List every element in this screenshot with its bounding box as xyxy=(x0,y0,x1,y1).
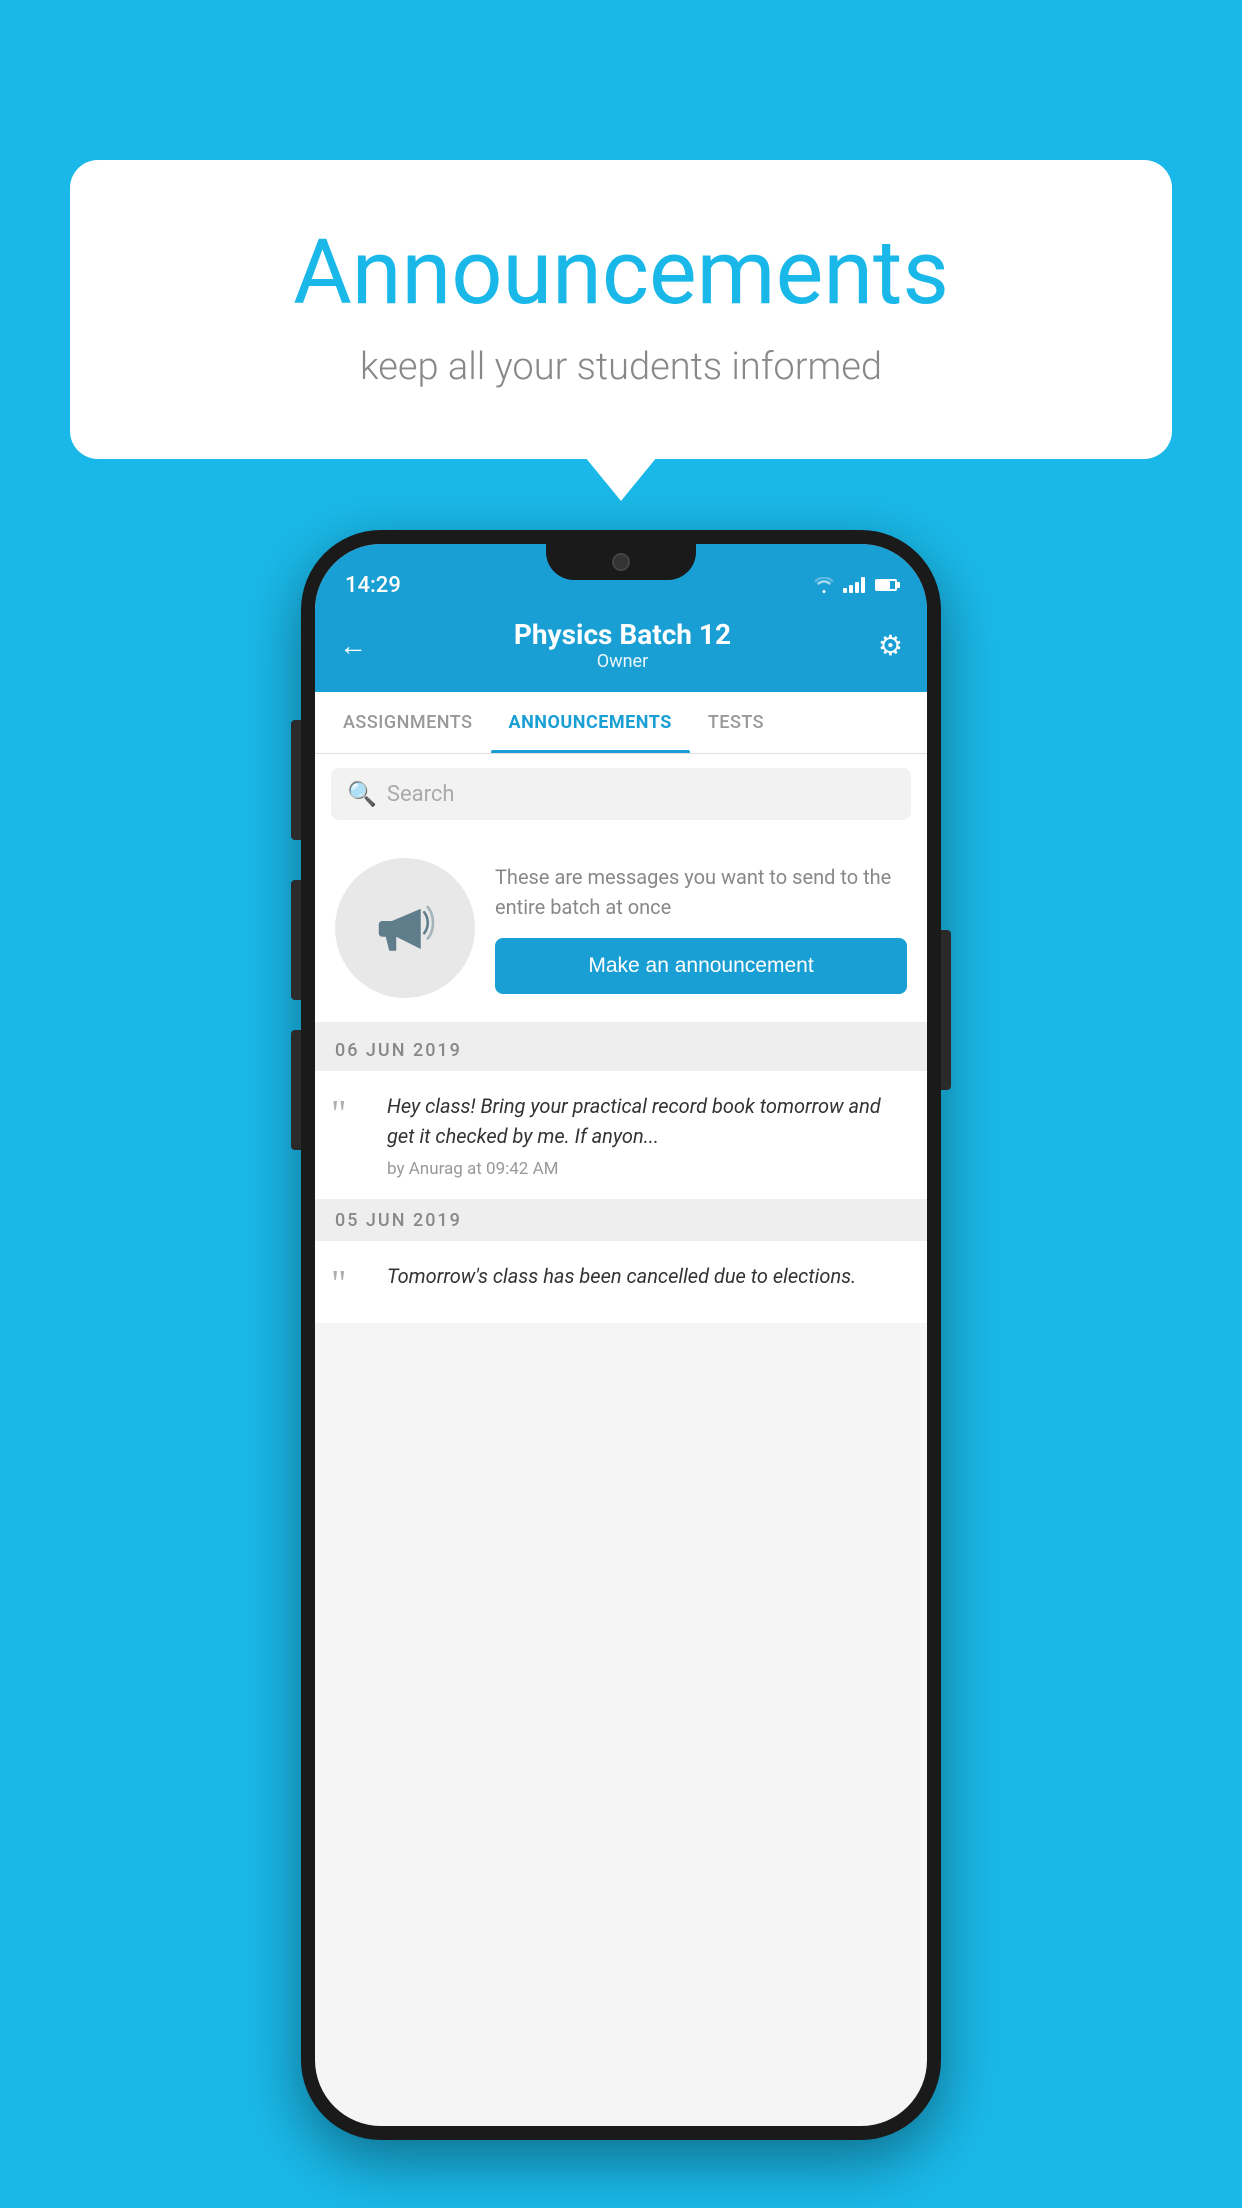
tab-assignments[interactable]: ASSIGNMENTS xyxy=(325,692,491,753)
announcement-prompt: These are messages you want to send to t… xyxy=(315,834,927,1030)
tab-announcements[interactable]: ANNOUNCEMENTS xyxy=(491,692,690,753)
make-announcement-button[interactable]: Make an announcement xyxy=(495,938,907,994)
announcement-text-1: Hey class! Bring your practical record b… xyxy=(387,1091,911,1151)
back-button[interactable]: ← xyxy=(339,629,367,662)
header-center: Physics Batch 12 Owner xyxy=(514,618,731,672)
search-bar[interactable]: 🔍 Search xyxy=(331,768,911,820)
speech-bubble-section: Announcements keep all your students inf… xyxy=(70,160,1172,459)
announcement-meta-1: by Anurag at 09:42 AM xyxy=(387,1159,911,1179)
quote-icon-2: " xyxy=(331,1265,371,1303)
megaphone-circle xyxy=(335,858,475,998)
bubble-subtitle: keep all your students informed xyxy=(120,345,1122,389)
announcement-item-1[interactable]: " Hey class! Bring your practical record… xyxy=(315,1071,927,1200)
phone-screen: 14:29 xyxy=(315,544,927,2126)
notch xyxy=(546,544,696,580)
camera-dot xyxy=(612,553,630,571)
wifi-icon xyxy=(813,577,835,593)
announcement-text-2: Tomorrow's class has been cancelled due … xyxy=(387,1261,911,1291)
settings-icon[interactable]: ⚙ xyxy=(878,629,903,662)
header-title: Physics Batch 12 xyxy=(514,618,731,651)
status-time: 14:29 xyxy=(345,573,401,598)
announcement-content-1: Hey class! Bring your practical record b… xyxy=(387,1091,911,1179)
phone-mockup: 14:29 xyxy=(301,530,941,2140)
announcement-item-2[interactable]: " Tomorrow's class has been cancelled du… xyxy=(315,1241,927,1323)
date-label-2: 05 JUN 2019 xyxy=(335,1210,462,1231)
battery-icon xyxy=(875,579,897,591)
date-separator-1: 06 JUN 2019 xyxy=(315,1030,927,1071)
search-placeholder: Search xyxy=(387,782,455,807)
date-label-1: 06 JUN 2019 xyxy=(335,1040,462,1061)
tab-tests[interactable]: TESTS xyxy=(690,692,782,753)
speech-bubble: Announcements keep all your students inf… xyxy=(70,160,1172,459)
megaphone-icon xyxy=(370,893,440,963)
bubble-title: Announcements xyxy=(120,220,1122,325)
header-subtitle: Owner xyxy=(514,651,731,672)
announcement-content-2: Tomorrow's class has been cancelled due … xyxy=(387,1261,911,1299)
tab-bar: ASSIGNMENTS ANNOUNCEMENTS TESTS xyxy=(315,692,927,754)
signal-icon xyxy=(843,577,865,593)
phone-outer: 14:29 xyxy=(301,530,941,2140)
status-icons xyxy=(813,577,897,593)
search-container: 🔍 Search xyxy=(315,754,927,834)
date-separator-2: 05 JUN 2019 xyxy=(315,1200,927,1241)
search-icon: 🔍 xyxy=(347,780,377,808)
prompt-description: These are messages you want to send to t… xyxy=(495,862,907,922)
quote-icon-1: " xyxy=(331,1095,371,1133)
prompt-right: These are messages you want to send to t… xyxy=(495,862,907,994)
app-header: ← Physics Batch 12 Owner ⚙ xyxy=(315,604,927,692)
